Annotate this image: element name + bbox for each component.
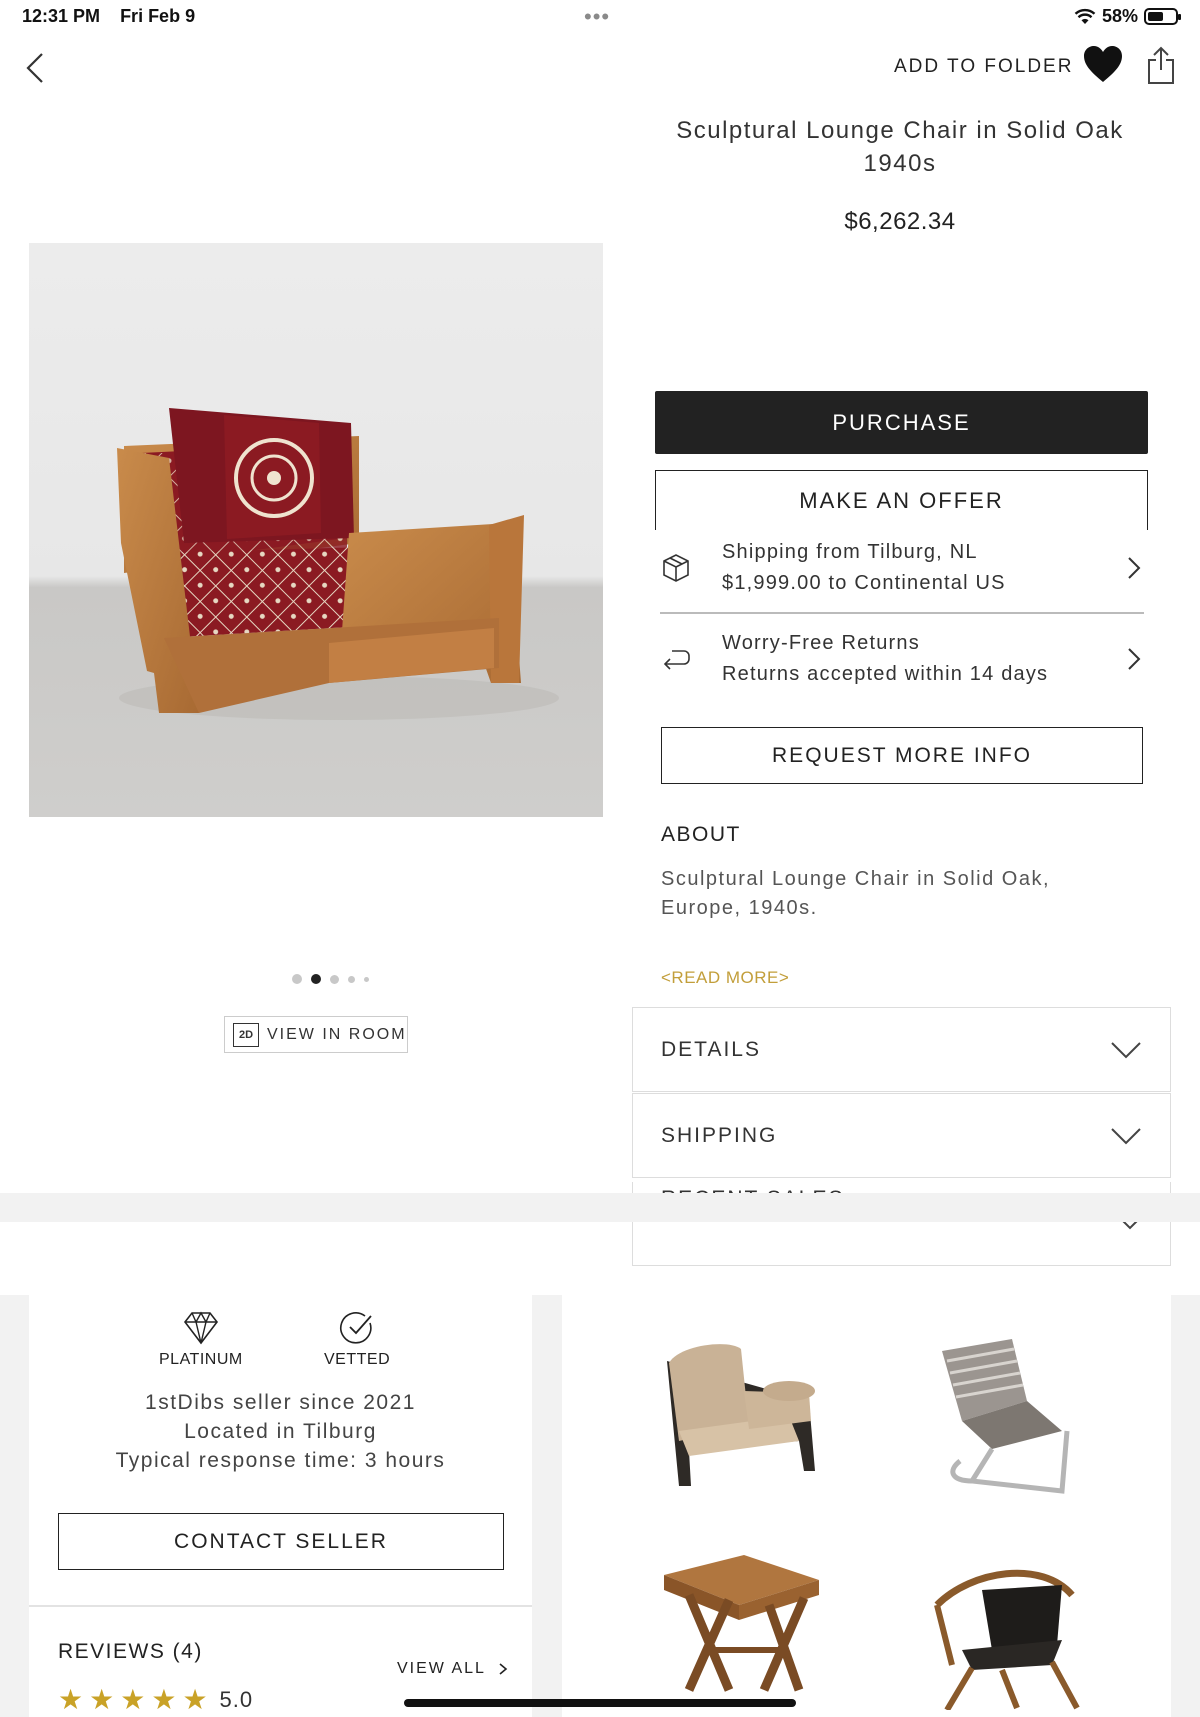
star-icon: ★ (89, 1684, 115, 1715)
returns-policy: Returns accepted within 14 days (722, 663, 1049, 685)
seller-since: 1stDibs seller since 2021 (145, 1391, 416, 1414)
make-offer-button[interactable]: MAKE AN OFFER (655, 470, 1148, 530)
star-icon: ★ (58, 1684, 84, 1715)
seller-location: Located in Tilburg (184, 1420, 377, 1443)
details-accordion[interactable]: DETAILS (632, 1007, 1171, 1092)
similar-item-image[interactable] (912, 1540, 1092, 1710)
about-description: Sculptural Lounge Chair in Solid Oak, Eu… (661, 865, 1131, 923)
chevron-down-icon (1111, 1127, 1141, 1144)
product-image[interactable] (29, 243, 603, 817)
section-separator (0, 1193, 1200, 1222)
product-title: Sculptural Lounge Chair in Solid Oak 194… (640, 114, 1160, 180)
battery-percent: 58% (1101, 6, 1138, 26)
shipping-origin: Shipping from Tilburg, NL (722, 541, 978, 563)
chair-illustration (117, 408, 559, 720)
reviews-heading: REVIEWS (4) (58, 1640, 203, 1663)
review-rating: 5.0 (219, 1687, 254, 1712)
accordion-label: DETAILS (661, 1037, 761, 1061)
return-arrow-icon (663, 650, 690, 670)
heart-icon[interactable] (1082, 44, 1124, 84)
carousel-dot[interactable] (311, 974, 321, 984)
chevron-down-icon (1111, 1041, 1141, 1058)
similar-item-image[interactable] (649, 1540, 829, 1710)
back-icon[interactable] (20, 48, 50, 88)
star-icon: ★ (151, 1684, 177, 1715)
shipping-info-text: Shipping from Tilburg, NL $1,999.00 to C… (722, 537, 1124, 599)
read-more-link[interactable]: <READ MORE> (661, 968, 789, 988)
returns-info-text: Worry-Free Returns Returns accepted with… (722, 628, 1124, 690)
view-in-room-button[interactable]: 2D VIEW IN ROOM (224, 1016, 408, 1053)
diamond-icon (183, 1311, 218, 1345)
star-icon: ★ (182, 1684, 208, 1715)
view-all-reviews-link[interactable]: VIEW ALL (397, 1660, 508, 1678)
box-icon (663, 554, 689, 582)
add-to-folder-button[interactable]: ADD TO FOLDER (894, 56, 1073, 78)
check-circle-icon (340, 1312, 372, 1344)
seller-info: 1stDibs seller since 2021 Located in Til… (29, 1388, 532, 1475)
status-time: 12:31 PM Fri Feb 9 (22, 6, 195, 27)
multitasking-dots-icon[interactable]: ••• (584, 4, 610, 30)
status-date: Fri Feb 9 (120, 6, 196, 26)
vetted-label: VETTED (324, 1351, 391, 1368)
vetted-badge: VETTED (324, 1311, 390, 1369)
platinum-badge: PLATINUM (159, 1311, 243, 1369)
returns-info-row[interactable]: Worry-Free Returns Returns accepted with… (660, 619, 1144, 699)
about-line: Sculptural Lounge Chair in Solid Oak, (661, 868, 1051, 890)
platinum-label: PLATINUM (159, 1351, 243, 1368)
carousel-dot[interactable] (330, 974, 339, 984)
similar-item-image[interactable] (649, 1331, 829, 1501)
product-title-period: 1940s (863, 150, 937, 177)
divider (29, 1605, 532, 1607)
chevron-right-icon (1128, 557, 1141, 579)
seller-response-time: Typical response time: 3 hours (115, 1449, 446, 1472)
status-clock: 12:31 PM (22, 6, 101, 26)
battery-icon (1144, 8, 1181, 25)
about-heading: ABOUT (661, 823, 741, 846)
image-carousel-dots[interactable] (292, 974, 369, 984)
shipping-info-row[interactable]: Shipping from Tilburg, NL $1,999.00 to C… (660, 528, 1144, 608)
home-indicator[interactable] (404, 1699, 796, 1707)
similar-item-image[interactable] (912, 1331, 1092, 1501)
accordion-label: SHIPPING (661, 1123, 778, 1147)
carousel-dot[interactable] (292, 974, 302, 984)
request-more-info-button[interactable]: REQUEST MORE INFO (661, 727, 1143, 784)
purchase-button[interactable]: PURCHASE (655, 391, 1148, 454)
carousel-dot[interactable] (348, 975, 355, 983)
about-line: Europe, 1940s. (661, 897, 818, 919)
returns-title: Worry-Free Returns (722, 632, 920, 654)
wifi-icon (1074, 8, 1096, 24)
similar-items-grid (562, 1295, 1171, 1717)
2d-icon: 2D (233, 1022, 259, 1047)
carousel-dot[interactable] (364, 976, 369, 982)
chevron-right-icon (499, 1663, 508, 1675)
chevron-right-icon (1128, 648, 1141, 670)
shipping-accordion[interactable]: SHIPPING (632, 1093, 1171, 1178)
star-icon: ★ (120, 1684, 146, 1715)
view-all-label: VIEW ALL (397, 1660, 486, 1677)
divider (660, 612, 1144, 614)
shipping-cost: $1,999.00 to Continental US (722, 572, 1006, 594)
product-title-name: Sculptural Lounge Chair in Solid Oak (676, 117, 1124, 144)
status-indicators: 58% (1074, 6, 1181, 27)
seller-card: PLATINUM VETTED 1stDibs seller since 202… (29, 1295, 532, 1717)
review-stars: ★ ★ ★ ★ ★ 5.0 (58, 1686, 253, 1714)
view-in-room-label: VIEW IN ROOM (267, 1025, 407, 1043)
product-price: $6,262.34 (844, 208, 956, 235)
share-icon[interactable] (1146, 46, 1176, 86)
contact-seller-button[interactable]: CONTACT SELLER (58, 1513, 504, 1570)
